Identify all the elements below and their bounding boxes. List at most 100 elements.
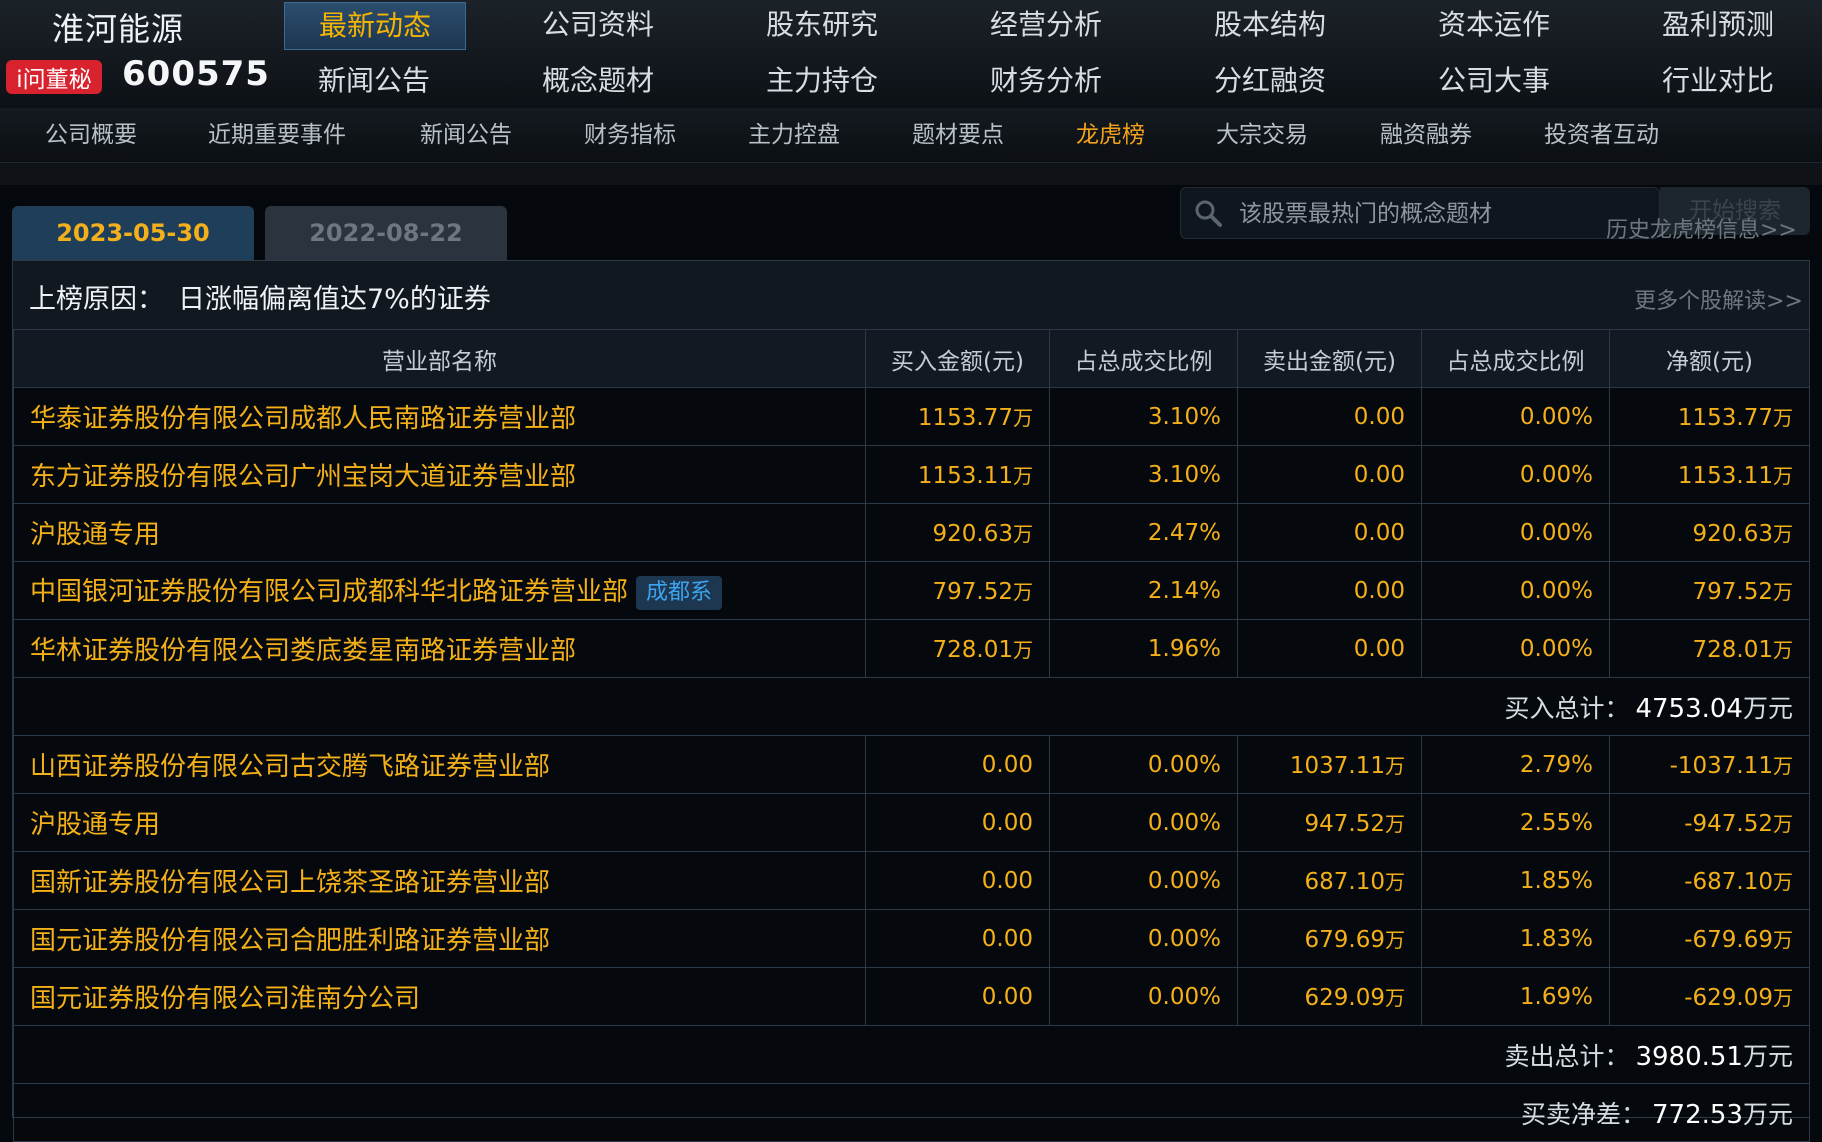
table-row: 华泰证券股份有限公司成都人民南路证券营业部 1153.77万 3.10% 0.00 0.… <box>13 387 1810 446</box>
column-header: 占总成交比例 <box>1049 329 1238 388</box>
nav-item[interactable]: 分红融资 <box>1180 58 1360 104</box>
main-nav: 最新动态新闻公告 公司资料概念题材 股东研究主力持仓 经营分析财务分析 股本结构分红融资… <box>284 0 1822 108</box>
amount-cell: 687.10万 <box>1237 851 1422 910</box>
percent-cell: 2.47% <box>1049 503 1238 562</box>
amount-cell: 1153.11万 <box>865 445 1050 504</box>
amount-cell: 1037.11万 <box>1237 735 1422 794</box>
reason-label: 上榜原因： <box>29 284 164 315</box>
table-row: 山西证券股份有限公司古交腾飞路证券营业部 0.00 0.00% 1037.11万 2.7… <box>13 735 1810 794</box>
percent-cell: 0.00% <box>1421 445 1610 504</box>
divider <box>0 163 1822 185</box>
nav-item[interactable]: 财务分析 <box>956 58 1136 104</box>
table-row: 国新证券股份有限公司上饶茶圣路证券营业部 0.00 0.00% 687.10万 1.85… <box>13 851 1810 910</box>
table-row: 沪股通专用 920.63万 2.47% 0.00 0.00% 920.63万 <box>13 503 1810 562</box>
table-row: 国元证券股份有限公司淮南分公司 0.00 0.00% 629.09万 1.69% -629… <box>13 967 1810 1026</box>
percent-cell: 1.96% <box>1049 619 1238 678</box>
percent-cell: 0.00% <box>1049 735 1238 794</box>
amount-cell: 0.00 <box>865 735 1050 794</box>
nav-item[interactable]: 盈利预测 <box>1628 2 1808 48</box>
subnav-item[interactable]: 主力控盘 <box>748 108 840 162</box>
broker-name-cell[interactable]: 沪股通专用 <box>13 503 866 562</box>
broker-group-tag[interactable]: 成都系 <box>636 575 723 610</box>
subnav-item[interactable]: 融资融券 <box>1380 108 1472 162</box>
more-link[interactable]: 更多个股解读>> <box>1634 283 1803 315</box>
nav-item[interactable]: 主力持仓 <box>732 58 912 104</box>
nav-item[interactable]: 概念题材 <box>508 58 688 104</box>
percent-cell: 3.10% <box>1049 445 1238 504</box>
trade-table: 营业部名称 买入金额(元) 占总成交比例 卖出金额(元) 占总成交比例 净额(元) 华泰证… <box>13 329 1810 1142</box>
ask-secretary-badge[interactable]: i问董秘 <box>6 60 102 94</box>
subnav-item[interactable]: 近期重要事件 <box>208 108 346 162</box>
broker-name-cell[interactable]: 国元证券股份有限公司合肥胜利路证券营业部 <box>13 909 866 968</box>
amount-cell: 0.00 <box>865 851 1050 910</box>
percent-cell: 1.69% <box>1421 967 1610 1026</box>
subnav-item[interactable]: 大宗交易 <box>1216 108 1308 162</box>
amount-cell: 920.63万 <box>865 503 1050 562</box>
search-box[interactable] <box>1180 187 1660 240</box>
history-link[interactable]: 历史龙虎榜信息>> <box>1606 212 1797 244</box>
amount-cell: 728.01万 <box>865 619 1050 678</box>
tab-date-1[interactable]: 2023-05-30 <box>12 206 254 260</box>
top-bar: 淮河能源 i问董秘 600575 最新动态新闻公告 公司资料概念题材 股东研究主力持… <box>0 0 1822 109</box>
sub-nav: 公司概要 近期重要事件 新闻公告 财务指标 主力控盘 题材要点 龙虎榜 大宗交易 融资融券 投资者… <box>0 108 1822 163</box>
nav-item[interactable]: 资本运作 <box>1404 2 1584 48</box>
broker-name-cell[interactable]: 东方证券股份有限公司广州宝岗大道证券营业部 <box>13 445 866 504</box>
column-header: 占总成交比例 <box>1421 329 1610 388</box>
reason-text: 日涨幅偏离值达7%的证券 <box>178 284 491 315</box>
column-header: 净额(元) <box>1609 329 1810 388</box>
percent-cell: 0.00% <box>1049 909 1238 968</box>
amount-cell: 0.00 <box>1237 619 1422 678</box>
search-icon <box>1195 200 1222 227</box>
nav-item[interactable]: 最新动态 <box>284 2 466 50</box>
percent-cell: 0.00% <box>1049 851 1238 910</box>
percent-cell: 1.85% <box>1421 851 1610 910</box>
broker-name-cell[interactable]: 华林证券股份有限公司娄底娄星南路证券营业部 <box>13 619 866 678</box>
amount-cell: 679.69万 <box>1237 909 1422 968</box>
broker-name-cell[interactable]: 华泰证券股份有限公司成都人民南路证券营业部 <box>13 387 866 446</box>
stock-name: 淮河能源 <box>52 10 185 48</box>
subnav-item[interactable]: 新闻公告 <box>420 108 512 162</box>
nav-item[interactable]: 经营分析 <box>956 2 1136 48</box>
amount-cell: 728.01万 <box>1609 619 1810 678</box>
amount-cell: 0.00 <box>1237 445 1422 504</box>
tab-date-2[interactable]: 2022-08-22 <box>265 206 507 260</box>
amount-cell: 629.09万 <box>1237 967 1422 1026</box>
dragon-tiger-panel: 上榜原因： 日涨幅偏离值达7%的证券 更多个股解读>> 营业部名称 买入金额(元)… <box>12 260 1810 1142</box>
subnav-item[interactable]: 财务指标 <box>584 108 676 162</box>
nav-item[interactable]: 新闻公告 <box>284 58 464 104</box>
broker-name-cell[interactable]: 山西证券股份有限公司古交腾飞路证券营业部 <box>13 735 866 794</box>
percent-cell: 2.55% <box>1421 793 1610 852</box>
nav-item[interactable]: 股本结构 <box>1180 2 1360 48</box>
nav-item[interactable]: 股东研究 <box>732 2 912 48</box>
subnav-item[interactable]: 公司概要 <box>45 108 137 162</box>
stock-code: 600575 <box>122 54 270 94</box>
amount-cell: -947.52万 <box>1609 793 1810 852</box>
search-input[interactable] <box>1237 188 1641 240</box>
amount-cell: 1153.77万 <box>1609 387 1810 446</box>
amount-cell: 0.00 <box>1237 503 1422 562</box>
subnav-item[interactable]: 投资者互动 <box>1544 108 1659 162</box>
broker-name-cell[interactable]: 中国银河证券股份有限公司成都科华北路证券营业部 成都系 <box>13 561 866 620</box>
table-header: 营业部名称 买入金额(元) 占总成交比例 卖出金额(元) 占总成交比例 净额(元) <box>13 329 1810 388</box>
percent-cell: 2.14% <box>1049 561 1238 620</box>
amount-cell: 1153.77万 <box>865 387 1050 446</box>
percent-cell: 0.00% <box>1049 967 1238 1026</box>
amount-cell: 920.63万 <box>1609 503 1810 562</box>
table-row: 东方证券股份有限公司广州宝岗大道证券营业部 1153.11万 3.10% 0.00 0.… <box>13 445 1810 504</box>
reason-row: 上榜原因： 日涨幅偏离值达7%的证券 更多个股解读>> <box>13 261 1809 330</box>
column-header: 卖出金额(元) <box>1237 329 1422 388</box>
broker-name-cell[interactable]: 国元证券股份有限公司淮南分公司 <box>13 967 866 1026</box>
nav-item[interactable]: 行业对比 <box>1628 58 1808 104</box>
subnav-item[interactable]: 龙虎榜 <box>1076 108 1145 162</box>
table-row: 华林证券股份有限公司娄底娄星南路证券营业部 728.01万 1.96% 0.00 0.0… <box>13 619 1810 678</box>
table-row: 国元证券股份有限公司合肥胜利路证券营业部 0.00 0.00% 679.69万 1.83… <box>13 909 1810 968</box>
net-diff-row: 买卖净差： 772.53万元 <box>13 1083 1810 1142</box>
subnav-item[interactable]: 题材要点 <box>912 108 1004 162</box>
nav-item[interactable]: 公司大事 <box>1404 58 1584 104</box>
broker-name-cell[interactable]: 国新证券股份有限公司上饶茶圣路证券营业部 <box>13 851 866 910</box>
column-header: 营业部名称 <box>13 329 866 388</box>
nav-item[interactable]: 公司资料 <box>508 2 688 48</box>
broker-name-cell[interactable]: 沪股通专用 <box>13 793 866 852</box>
percent-cell: 0.00% <box>1421 561 1610 620</box>
column-header: 买入金额(元) <box>865 329 1050 388</box>
